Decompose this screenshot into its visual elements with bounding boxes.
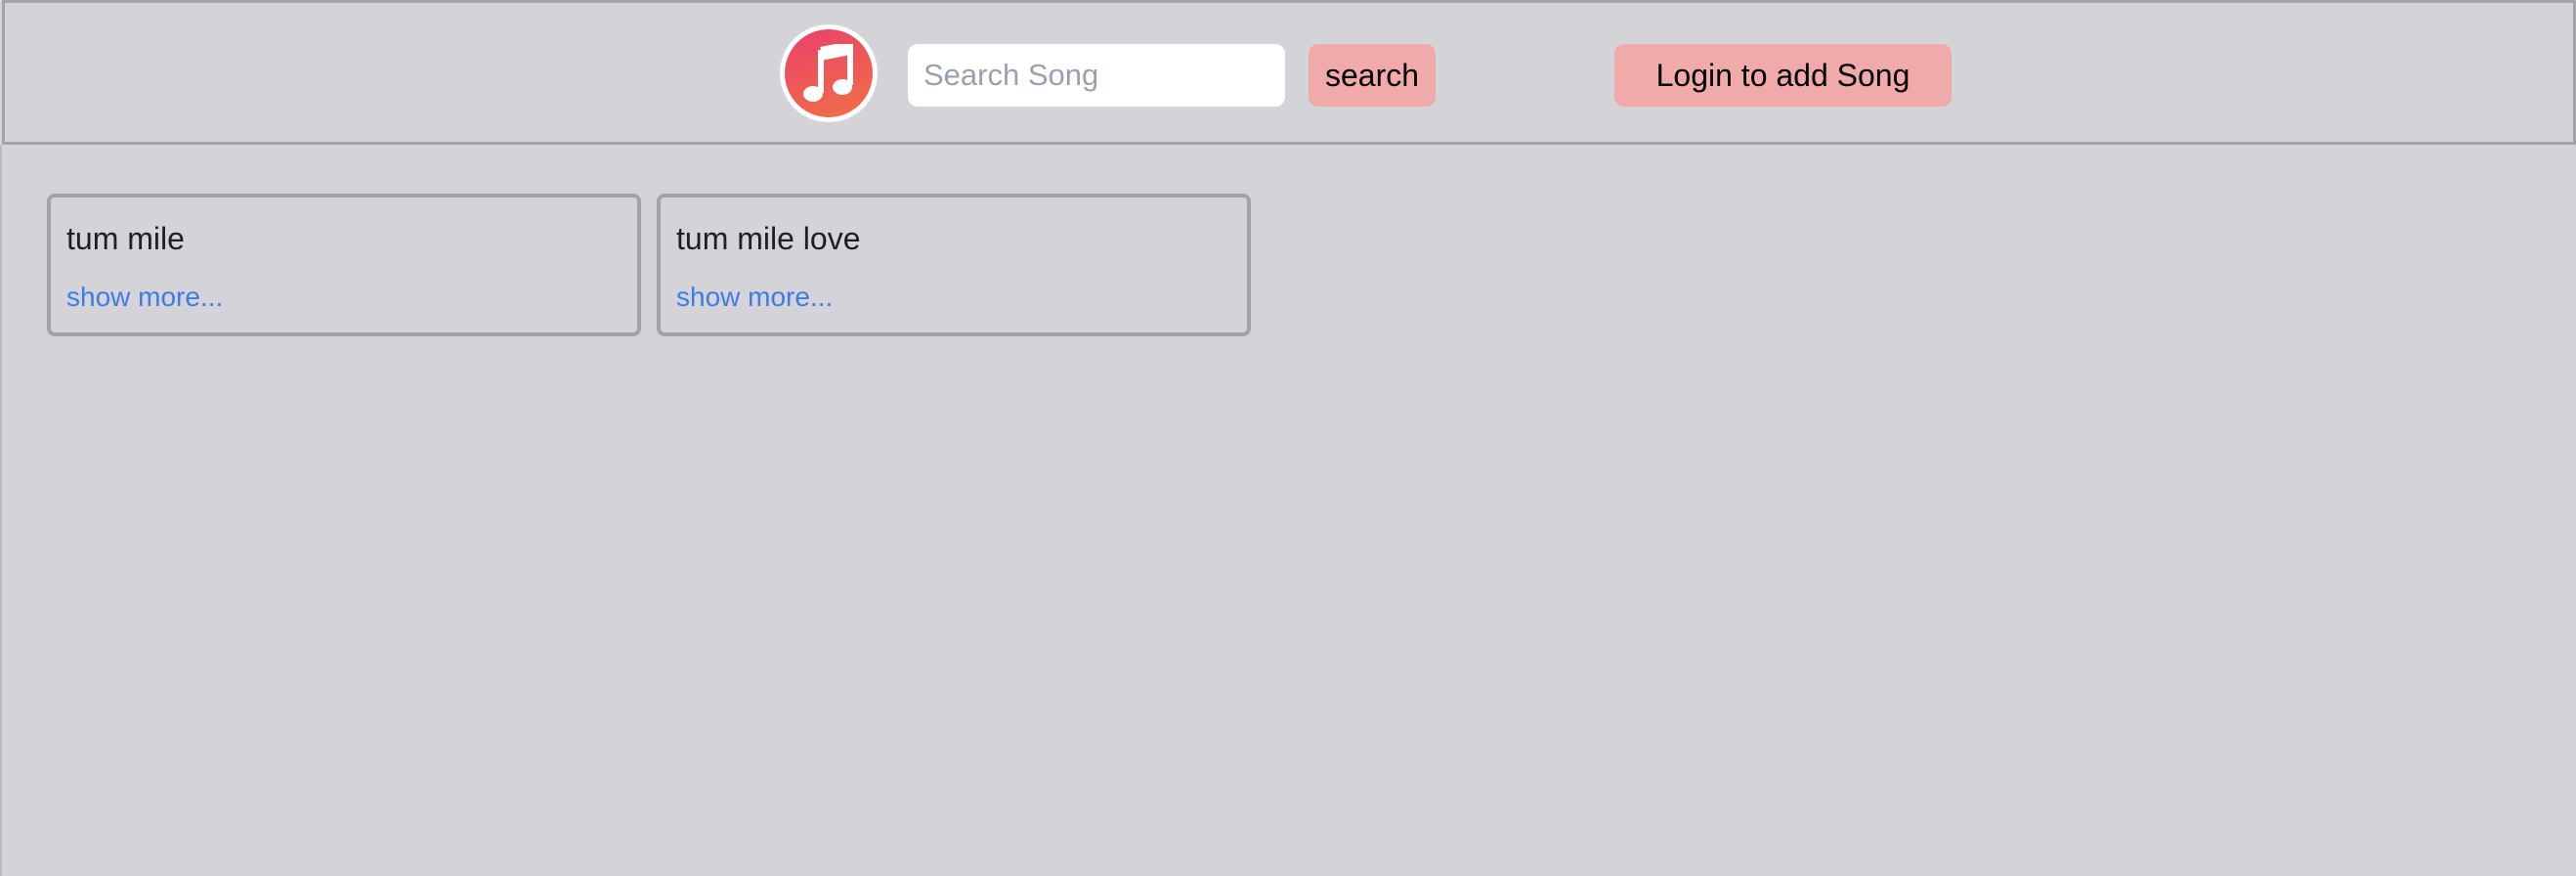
music-note-icon — [803, 44, 853, 102]
logo-badge — [785, 29, 873, 117]
song-card: tum mile love show more... — [657, 194, 1251, 336]
page-left-border — [0, 145, 2, 876]
search-input[interactable] — [908, 44, 1285, 107]
search-button[interactable]: search — [1309, 44, 1436, 107]
show-more-link[interactable]: show more... — [676, 282, 833, 313]
login-to-add-song-button[interactable]: Login to add Song — [1614, 44, 1952, 107]
song-title: tum mile love — [676, 221, 861, 256]
app-logo[interactable] — [780, 24, 878, 122]
top-navbar: search Login to add Song — [2, 0, 2576, 145]
song-card: tum mile show more... — [47, 194, 641, 336]
show-more-link[interactable]: show more... — [66, 282, 223, 313]
song-title: tum mile — [66, 221, 185, 256]
